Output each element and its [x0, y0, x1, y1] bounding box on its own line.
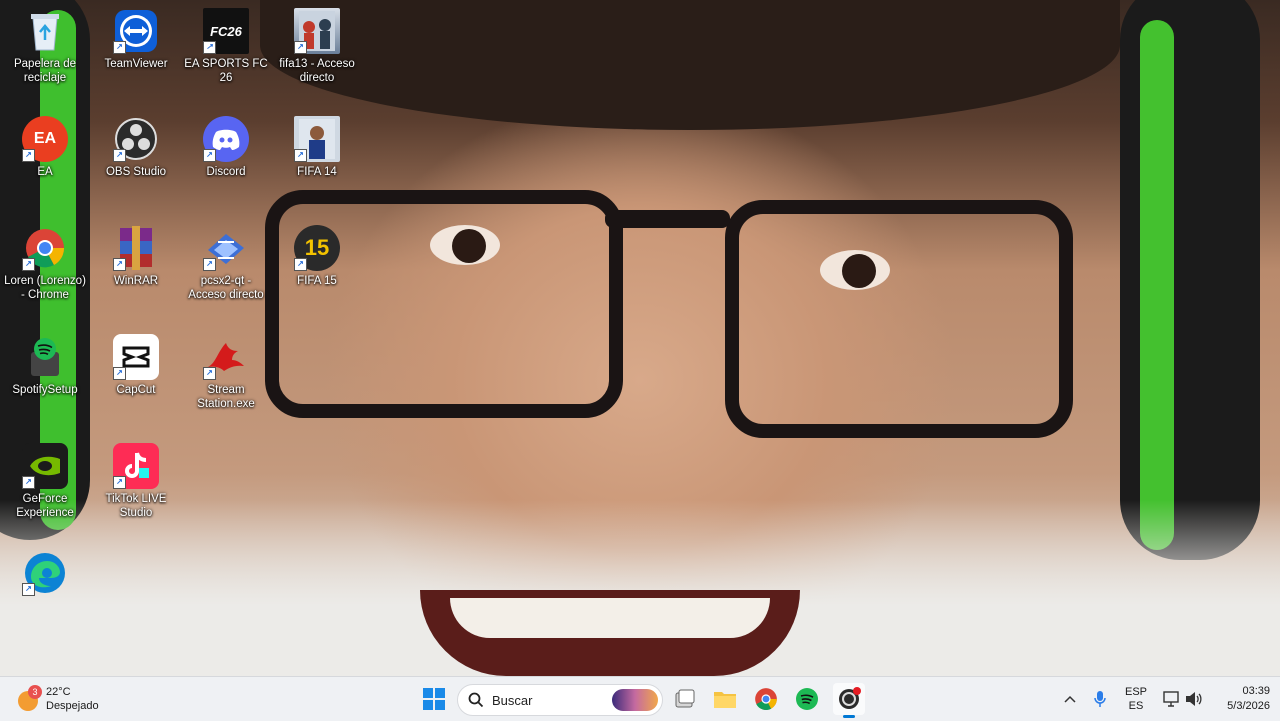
desktop-icon-obs[interactable]: ↗ OBS Studio	[92, 116, 180, 179]
windows-icon	[423, 688, 445, 710]
wallpaper-teeth	[450, 598, 770, 638]
network-button[interactable]	[1160, 683, 1182, 715]
file-explorer-button[interactable]	[709, 683, 741, 715]
geforce-icon: ↗	[22, 443, 68, 489]
wallpaper-glasses-right	[725, 200, 1073, 438]
desktop-icon-recycle-bin[interactable]: Papelera de reciclaje	[1, 8, 89, 85]
clock-date: 5/3/2026	[1227, 700, 1270, 712]
app-icon	[839, 687, 861, 709]
pcsx2-icon: ↗	[203, 225, 249, 271]
fifa13-icon: ↗	[294, 8, 340, 54]
desktop-icon-edge[interactable]: ↗	[1, 550, 89, 599]
taskbar: 3 22°C Despejado Buscar ESP ES 03:39 5/3…	[0, 676, 1280, 721]
fc26-icon: FC26 ↗	[203, 8, 249, 54]
desktop-icon-fifa13[interactable]: ↗ fifa13 - Acceso directo	[273, 8, 361, 85]
wallpaper-glasses-bridge	[605, 210, 730, 228]
edge-icon: ↗	[22, 550, 68, 596]
chrome-taskbar-button[interactable]	[750, 683, 782, 715]
winrar-icon: ↗	[113, 225, 159, 271]
network-icon	[1163, 691, 1179, 707]
weather-widget[interactable]: 3 22°C Despejado	[14, 683, 114, 715]
spotify-icon	[796, 688, 818, 710]
chrome-icon: ↗	[22, 225, 68, 271]
desktop-icon-pcsx2[interactable]: ↗ pcsx2-qt - Acceso directo	[182, 225, 270, 302]
clock-time: 03:39	[1242, 685, 1270, 697]
wallpaper-hair	[260, 0, 1120, 130]
desktop-icon-tiktok-live[interactable]: ↗ TikTok LIVE Studio	[92, 443, 180, 520]
spotify-taskbar-button[interactable]	[791, 683, 823, 715]
chrome-icon	[755, 688, 777, 711]
desktop-icon-fc26[interactable]: FC26 ↗ EA SPORTS FC 26	[182, 8, 270, 85]
weather-badge: 3	[28, 685, 42, 699]
wallpaper-headphone-right-accent	[1140, 20, 1174, 550]
desktop-icon-capcut[interactable]: ↗ CapCut	[92, 334, 180, 397]
active-indicator	[843, 715, 855, 718]
microphone-button[interactable]	[1090, 683, 1110, 715]
speaker-icon	[1186, 692, 1202, 706]
capcut-icon: ↗	[113, 334, 159, 380]
desktop-icon-ea[interactable]: EA ↗ EA	[1, 116, 89, 179]
weather-temp: 22°C	[46, 686, 71, 698]
volume-button[interactable]	[1184, 683, 1204, 715]
search-icon	[468, 692, 484, 708]
desktop-icon-stream-station[interactable]: ↗ Stream Station.exe	[182, 334, 270, 411]
microphone-icon	[1094, 691, 1106, 707]
clock[interactable]: 03:39 5/3/2026	[1210, 683, 1270, 715]
active-app-taskbar-button[interactable]	[833, 683, 865, 718]
desktop-icon-fifa15[interactable]: 15 ↗ FIFA 15	[273, 225, 361, 288]
language-bottom: ES	[1128, 700, 1144, 712]
search-placeholder: Buscar	[492, 692, 533, 708]
teamviewer-icon: ↗	[113, 8, 159, 54]
fifa15-icon: 15 ↗	[294, 225, 340, 271]
ea-icon: EA ↗	[22, 116, 68, 162]
desktop-icon-geforce[interactable]: ↗ GeForce Experience	[1, 443, 89, 520]
search-highlight-icon	[612, 689, 658, 711]
weather-sun-icon: 3	[14, 685, 42, 713]
language-indicator[interactable]: ESP ES	[1118, 683, 1154, 715]
weather-condition: Despejado	[46, 700, 99, 712]
show-hidden-icons-button[interactable]	[1060, 683, 1080, 715]
fifa14-icon: ↗	[294, 116, 340, 162]
discord-icon: ↗	[203, 116, 249, 162]
desktop-icon-winrar[interactable]: ↗ WinRAR	[92, 225, 180, 288]
desktop-icon-spotifysetup[interactable]: SpotifySetup	[1, 334, 89, 397]
recycle-bin-icon	[22, 8, 68, 54]
desktop-icon-fifa14[interactable]: ↗ FIFA 14	[273, 116, 361, 179]
desktop-icon-teamviewer[interactable]: ↗ TeamViewer	[92, 8, 180, 71]
tiktok-live-icon: ↗	[113, 443, 159, 489]
chevron-up-icon	[1064, 695, 1076, 703]
folder-icon	[714, 692, 736, 708]
language-top: ESP	[1124, 686, 1147, 698]
start-button[interactable]	[418, 683, 450, 715]
desktop-icon-chrome[interactable]: ↗ Loren (Lorenzo) - Chrome	[1, 225, 89, 302]
task-view-button[interactable]	[669, 683, 701, 715]
obs-icon: ↗	[113, 116, 159, 162]
search-box[interactable]: Buscar	[457, 684, 663, 716]
task-view-icon	[675, 689, 695, 708]
spotify-icon	[22, 334, 68, 380]
desktop-icon-discord[interactable]: ↗ Discord	[182, 116, 270, 179]
stream-station-icon: ↗	[203, 334, 249, 380]
